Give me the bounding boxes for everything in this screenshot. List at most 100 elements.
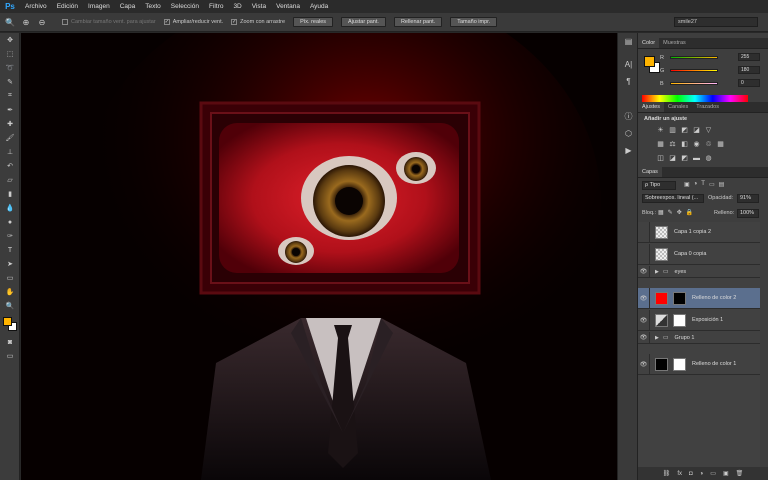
gradient-map-icon[interactable]: ▬	[692, 154, 701, 163]
layer-row[interactable]: Capa 0 copia	[638, 243, 760, 265]
info-panel-icon[interactable]: ⓘ	[618, 108, 639, 125]
pen-tool-icon[interactable]: ✑	[0, 229, 20, 243]
new-layer-icon[interactable]: ▣	[723, 470, 729, 477]
layer-row[interactable]: Capa 1 copia 2	[638, 221, 760, 243]
visibility-eye-icon[interactable]: 👁	[638, 309, 650, 331]
menu-item-9[interactable]: Ventana	[271, 0, 305, 13]
b-slider[interactable]	[670, 82, 718, 85]
brightness-icon[interactable]: ☀	[656, 126, 665, 135]
lock-all-icon[interactable]: 🔒	[686, 209, 693, 216]
move-tool-icon[interactable]: ✥	[0, 33, 20, 47]
gradient-tool-icon[interactable]: ▮	[0, 187, 20, 201]
bw-icon[interactable]: ◧	[680, 140, 689, 149]
fg-color-swatch[interactable]	[644, 56, 655, 67]
shape-tool-icon[interactable]: ▭	[0, 271, 20, 285]
levels-icon[interactable]: ▥	[668, 126, 677, 135]
hand-tool-icon[interactable]: ✋	[0, 285, 20, 299]
checkbox-icon[interactable]: ✓	[163, 19, 170, 25]
type-tool-icon[interactable]: T	[0, 243, 20, 257]
menu-item-0[interactable]: Archivo	[20, 0, 52, 13]
dodge-tool-icon[interactable]: ●	[0, 215, 20, 229]
marquee-tool-icon[interactable]: ⬚	[0, 47, 20, 61]
fx-icon[interactable]: fx	[677, 471, 682, 477]
tab-adjust-2[interactable]: Trazados	[692, 102, 723, 112]
visibility-eye-icon[interactable]: 👁	[638, 331, 650, 344]
visibility-eye-icon[interactable]: 👁	[638, 287, 650, 309]
invert-icon[interactable]: ◫	[656, 154, 665, 163]
color-swatches[interactable]	[0, 313, 19, 335]
path-select-tool-icon[interactable]: ➤	[0, 257, 20, 271]
g-slider[interactable]	[670, 69, 718, 72]
threshold-icon[interactable]: ◩	[680, 154, 689, 163]
layer-mask-thumbnail[interactable]	[673, 291, 686, 305]
zoom-in-icon[interactable]: ⊕	[20, 16, 32, 28]
visibility-eye-icon[interactable]: 👁	[638, 265, 650, 278]
paragraph-panel-icon[interactable]: ¶	[618, 73, 639, 90]
fill-input[interactable]: 100%	[737, 209, 759, 218]
b-value[interactable]: 0	[738, 79, 760, 87]
tab-layers[interactable]: Capas	[638, 167, 662, 177]
foreground-color-swatch[interactable]	[3, 317, 12, 326]
layer-row[interactable]: 👁 ▶ ▭ Grupo 1	[638, 331, 760, 344]
3d-panel-icon[interactable]: ⬡	[618, 125, 639, 142]
tab-color-1[interactable]: Muestras	[659, 38, 690, 48]
opacity-input[interactable]: 91%	[737, 194, 759, 203]
vibrance-icon[interactable]: ▽	[704, 126, 713, 135]
menu-item-1[interactable]: Edición	[52, 0, 83, 13]
group-arrow-icon[interactable]: ▶	[655, 269, 659, 275]
r-slider[interactable]	[670, 56, 718, 59]
option-button-1[interactable]: Ajustar pant.	[341, 17, 386, 27]
color-lookup-icon[interactable]: ▦	[716, 140, 725, 149]
quick-select-tool-icon[interactable]: ✎	[0, 75, 20, 89]
filter-shape-icon[interactable]: ▭	[709, 181, 715, 188]
lasso-tool-icon[interactable]: ➰	[0, 61, 20, 75]
selective-color-icon[interactable]: ◍	[704, 154, 713, 163]
g-value[interactable]: 180	[738, 66, 760, 74]
r-value[interactable]: 255	[738, 53, 760, 61]
actions-panel-icon[interactable]: ▶	[618, 142, 639, 159]
folder-icon[interactable]: ▭	[710, 470, 716, 477]
character-panel-icon[interactable]: A|	[618, 56, 639, 73]
menu-item-2[interactable]: Imagen	[83, 0, 115, 13]
blur-tool-icon[interactable]: 💧	[0, 201, 20, 215]
adjustment-icon[interactable]: ◑	[700, 471, 704, 477]
visibility-eye-icon[interactable]: 👁	[638, 353, 650, 375]
tab-adjust-0[interactable]: Ajustes	[638, 102, 665, 112]
zoom-out-icon[interactable]: ⊖	[36, 16, 48, 28]
filter-pixel-icon[interactable]: ▣	[684, 181, 690, 188]
option-button-2[interactable]: Rellenar pant.	[393, 17, 443, 27]
layer-mask-thumbnail[interactable]	[673, 357, 686, 371]
layer-row[interactable]: 👁 ▶ ▭ eyes	[638, 265, 760, 278]
tab-adjust-1[interactable]: Canales	[664, 102, 692, 112]
crop-tool-icon[interactable]: ⌗	[0, 89, 20, 103]
blend-mode-select[interactable]: Sobreexpos. lineal (...	[642, 194, 704, 203]
filter-type-icon[interactable]: T	[701, 181, 705, 188]
brush-tool-icon[interactable]: 🖌	[0, 131, 20, 145]
checkbox-icon[interactable]	[62, 19, 68, 25]
menu-item-3[interactable]: Capa	[115, 0, 141, 13]
option-button-3[interactable]: Tamaño impr.	[450, 17, 498, 27]
screen-mode-icon[interactable]: ▭	[0, 349, 20, 363]
exposure-icon[interactable]: ◪	[692, 126, 701, 135]
healing-tool-icon[interactable]: ✚	[0, 117, 20, 131]
color-balance-icon[interactable]: ⚖	[668, 140, 677, 149]
photo-filter-icon[interactable]: ◉	[692, 140, 701, 149]
quick-mask-icon[interactable]: ◙	[0, 335, 20, 349]
visibility-eye-icon[interactable]	[638, 243, 650, 265]
history-panel-icon[interactable]: ▤	[618, 33, 639, 50]
curves-icon[interactable]: ◩	[680, 126, 689, 135]
layer-mask-thumbnail[interactable]	[673, 313, 686, 327]
trash-icon[interactable]: 🗑	[736, 470, 744, 477]
lock-pixels-icon[interactable]: ✎	[668, 209, 673, 216]
layer-row[interactable]: 👁 Relleno de color 1	[638, 353, 760, 375]
mask-icon[interactable]: ◘	[689, 471, 693, 477]
layer-row[interactable]: 👁 Relleno de color 2	[638, 287, 760, 309]
layer-filter-select[interactable]: ρ Tipo	[642, 181, 676, 190]
group-arrow-icon[interactable]: ▶	[655, 335, 659, 341]
option-checkbox-1[interactable]: ✓ Ampliar/reducir vent.	[163, 19, 223, 25]
eyedropper-tool-icon[interactable]: ✒	[0, 103, 20, 117]
zoom-tool-icon[interactable]: 🔍	[4, 16, 16, 28]
menu-item-4[interactable]: Texto	[140, 0, 166, 13]
option-button-0[interactable]: Píx. reales	[293, 17, 334, 27]
link-icon[interactable]: ⛓	[663, 470, 671, 477]
